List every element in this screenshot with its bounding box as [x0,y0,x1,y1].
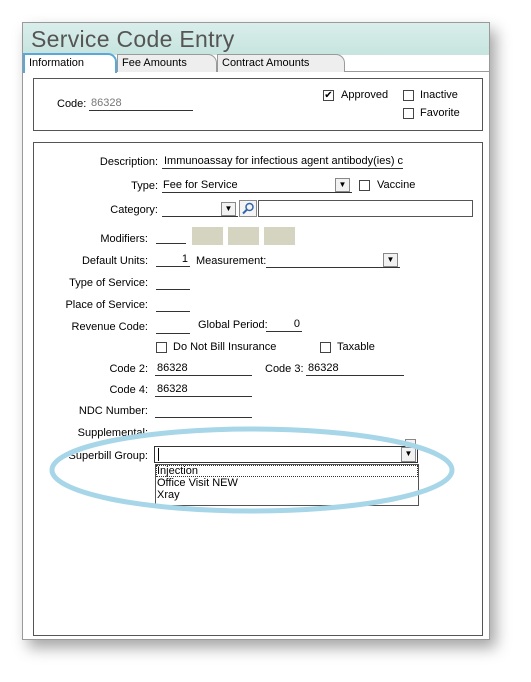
tab-information-label: Information [29,57,85,69]
highlight-ellipse [49,426,455,514]
tab-information[interactable]: Information [23,53,117,73]
